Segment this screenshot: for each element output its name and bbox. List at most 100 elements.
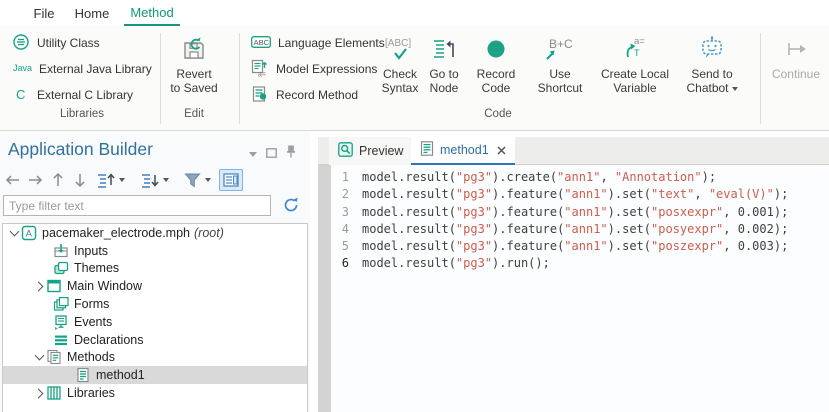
move-up-icon[interactable] <box>51 169 65 191</box>
float-window-icon[interactable] <box>266 145 277 163</box>
tree-item-libraries[interactable]: Libraries <box>3 384 307 402</box>
editor-tab-strip: Preview method1 <box>318 137 829 165</box>
code-line: 4model.result("pg3").feature("ann1").set… <box>318 221 829 238</box>
tab-method[interactable]: Method <box>124 0 180 26</box>
forward-arrow-icon[interactable] <box>26 169 44 191</box>
code-line: 3model.result("pg3").feature("ann1").set… <box>318 204 829 221</box>
expand-all-icon[interactable] <box>96 169 116 191</box>
move-down-icon[interactable] <box>73 169 87 191</box>
revert-to-saved-icon <box>165 33 223 65</box>
continue-button[interactable]: Continue <box>765 30 827 122</box>
tab-preview[interactable]: Preview <box>329 137 412 165</box>
utility-class-icon <box>12 33 30 54</box>
code-string-token: "posxexpr" <box>651 205 723 219</box>
go-to-node-line1: Go to <box>429 67 458 81</box>
code-token: ).feature( <box>492 205 564 219</box>
record-code-line1: Record <box>477 67 516 81</box>
line-number: 5 <box>318 238 349 255</box>
tree-item-label: Methods <box>67 350 115 364</box>
c-icon: C <box>12 86 30 105</box>
tree-item-themes[interactable]: Themes <box>3 260 307 278</box>
chevron-down-icon[interactable] <box>32 355 46 359</box>
back-arrow-icon[interactable] <box>4 169 22 191</box>
language-elements-label: Language Elements <box>278 36 385 50</box>
continue-label: Continue <box>772 67 820 81</box>
tree-item-root[interactable]: A pacemaker_electrode.mph (root) <box>3 224 307 242</box>
code-string-token: "pg3" <box>456 205 492 219</box>
model-data-access-toggle[interactable] <box>219 169 243 191</box>
code-editor[interactable]: 1model.result("pg3").create("ann1", "Ann… <box>318 165 829 412</box>
tree-item-label: Forms <box>74 297 109 311</box>
record-method-button[interactable]: Record Method <box>247 83 362 107</box>
chatbot-dropdown-chevron-icon[interactable] <box>732 87 738 91</box>
go-to-node-icon <box>419 33 469 65</box>
refresh-icon[interactable] <box>282 196 300 219</box>
line-number: 3 <box>318 204 349 221</box>
expand-all-dropdown-icon[interactable] <box>117 169 127 191</box>
code-token: ).set( <box>608 187 651 201</box>
chevron-down-icon[interactable] <box>7 231 21 235</box>
method-doc-icon <box>420 141 434 159</box>
tab-file[interactable]: File <box>24 0 64 26</box>
code-text: model.result("pg3").feature("ann1").set(… <box>362 186 788 203</box>
java-icon: Java <box>12 61 32 78</box>
tab-home[interactable]: Home <box>68 0 116 26</box>
code-lines: 1model.result("pg3").create("ann1", "Ann… <box>318 169 829 273</box>
code-token: model.result( <box>362 170 456 184</box>
code-string-token: "ann1" <box>564 239 607 253</box>
libraries-group-label: Libraries <box>8 108 156 124</box>
line-number: 4 <box>318 221 349 238</box>
filter-input[interactable] <box>3 195 271 216</box>
ribbon-separator <box>760 33 761 124</box>
forms-icon <box>53 296 69 312</box>
utility-class-button[interactable]: Utility Class <box>8 31 104 55</box>
code-string-token: "Annotation" <box>615 170 702 184</box>
tree-item-events[interactable]: Events <box>3 313 307 331</box>
tab-preview-label: Preview <box>359 144 403 158</box>
language-elements-button[interactable]: ABC Language Elements <box>247 31 389 55</box>
record-method-label: Record Method <box>276 88 358 102</box>
svg-text:B+C: B+C <box>549 37 573 51</box>
panel-menu-chevron-icon[interactable] <box>249 152 257 157</box>
tree-item-main-window[interactable]: Main Window <box>3 277 307 295</box>
create-local-variable-icon: a=T <box>596 33 674 65</box>
filter-dropdown-icon[interactable] <box>203 169 213 191</box>
external-c-library-button[interactable]: C External C Library <box>8 83 137 107</box>
declarations-icon <box>53 332 69 348</box>
code-string-token: "pg3" <box>456 187 492 201</box>
code-line: 2model.result("pg3").feature("ann1").set… <box>318 186 829 203</box>
preview-magnifier-icon <box>338 142 353 160</box>
code-text: model.result("pg3").create("ann1", "Anno… <box>362 169 716 186</box>
svg-text:a=: a= <box>634 36 645 47</box>
close-icon[interactable] <box>497 146 506 155</box>
collapse-all-dropdown-icon[interactable] <box>161 169 171 191</box>
tab-method1[interactable]: method1 <box>411 137 515 165</box>
chevron-right-icon[interactable] <box>32 283 46 290</box>
tree-item-label: Events <box>74 315 112 329</box>
chatbot-icon <box>676 33 748 65</box>
model-expressions-button[interactable]: a= Model Expressions <box>247 57 381 81</box>
tree-root-suffix: (root) <box>194 226 224 240</box>
filter-icon[interactable] <box>182 169 202 191</box>
tree-item-forms[interactable]: Forms <box>3 295 307 313</box>
code-line-current: 6model.result("pg3").run(); <box>318 255 829 272</box>
tab-file-label: File <box>34 6 55 21</box>
tree-item-declarations[interactable]: Declarations <box>3 331 307 349</box>
code-token: ).set( <box>608 205 651 219</box>
model-expressions-icon: a= <box>251 59 269 80</box>
line-number: 6 <box>318 255 349 272</box>
tree-item-label: Inputs <box>74 244 108 258</box>
tree-item-methods[interactable]: Methods <box>3 349 307 367</box>
send-to-chatbot-line1: Send to <box>691 67 732 81</box>
tree-item-label: Main Window <box>67 279 142 293</box>
tree-item-method1[interactable]: method1 <box>3 366 307 384</box>
pin-icon[interactable] <box>286 145 296 163</box>
chevron-right-icon[interactable] <box>32 390 46 397</box>
revert-label-line1: Revert <box>176 67 211 81</box>
application-tree: A pacemaker_electrode.mph (root) Inputs … <box>2 223 308 412</box>
collapse-all-icon[interactable] <box>140 169 160 191</box>
code-string-token: "ann1" <box>564 205 607 219</box>
tree-item-inputs[interactable]: Inputs <box>3 242 307 260</box>
libraries-icon <box>46 385 62 401</box>
external-java-library-button[interactable]: Java External Java Library <box>8 57 156 81</box>
